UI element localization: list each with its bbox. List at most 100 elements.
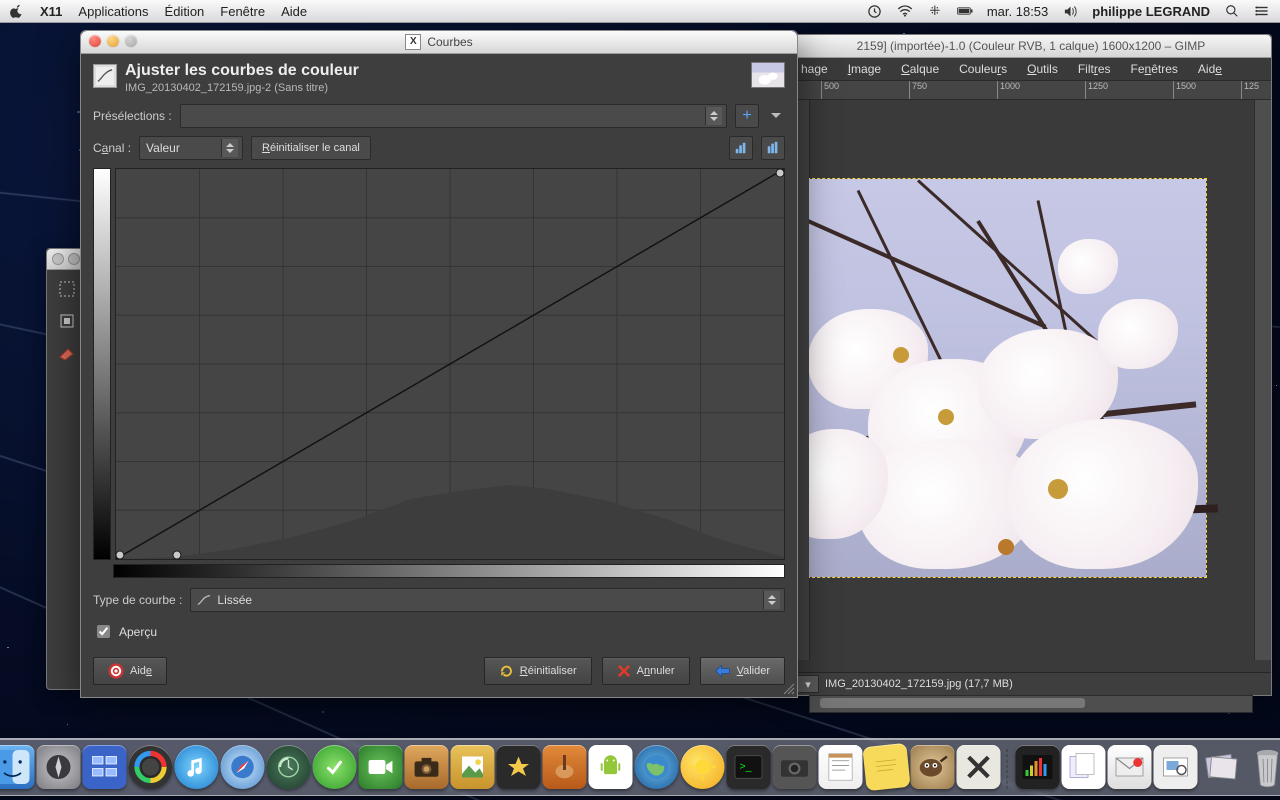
dock-app-mission[interactable] [83, 745, 127, 789]
menubar-clock[interactable]: mar. 18:53 [987, 4, 1048, 19]
curves-titlebar[interactable]: X Courbes [81, 31, 797, 54]
dock-app-dashboard[interactable] [129, 745, 173, 789]
gimp-menu-aide[interactable]: Aide [1198, 62, 1222, 76]
curves-subtitle: IMG_20130402_172159.jpg-2 (Sans titre) [125, 82, 359, 94]
reset-button[interactable]: Réinitialiser [484, 657, 592, 685]
presets-combobox[interactable] [180, 104, 727, 128]
dock-app-itunes[interactable] [175, 745, 219, 789]
menubar-item-fenetre[interactable]: Fenêtre [220, 4, 265, 19]
tool-eraser-icon[interactable] [54, 340, 80, 366]
wifi-icon[interactable] [897, 3, 913, 19]
dock-app-trash[interactable] [1246, 745, 1280, 789]
vertical-scrollbar[interactable] [1254, 100, 1271, 660]
curves-preview-thumb [751, 62, 785, 88]
curve-type-label: Type de courbe : [93, 593, 182, 607]
menubar-item-aide[interactable]: Aide [281, 4, 307, 19]
menubar-item-edition[interactable]: Édition [165, 4, 205, 19]
menubar-user[interactable]: philippe LEGRAND [1092, 4, 1210, 19]
status-file-label: IMG_20130402_172159.jpg (17,7 MB) [825, 678, 1013, 690]
curves-dialog: XCourbes Ajuster les courbes de couleur … [80, 30, 798, 698]
volume-icon[interactable] [1062, 3, 1078, 19]
gimp-window-title: 2159] (importée)-1.0 (Couleur RVB, 1 cal… [857, 39, 1206, 53]
curves-window-title: Courbes [427, 35, 472, 49]
dock-app-terminal[interactable]: >_ [727, 745, 771, 789]
macos-dock: >_ [0, 738, 1280, 796]
gimp-menu-affichage[interactable]: hage [801, 62, 828, 76]
window-minimize-button[interactable] [107, 35, 119, 47]
dock-app-imovie[interactable] [497, 745, 541, 789]
dock-app-notes[interactable] [819, 745, 863, 789]
dock-app-finder[interactable] [0, 745, 35, 789]
apple-menu[interactable] [10, 4, 24, 18]
resize-grip[interactable] [781, 681, 795, 695]
battery-icon[interactable] [957, 3, 973, 19]
menubar-item-applications[interactable]: Applications [78, 4, 148, 19]
channel-label: Canal : [93, 141, 131, 155]
reset-icon [499, 664, 514, 679]
timemachine-menu-icon[interactable] [867, 3, 883, 19]
reset-channel-button[interactable]: Réinitialiser le canal [251, 136, 371, 160]
dock-separator [1007, 749, 1010, 789]
validate-button[interactable]: Valider [700, 657, 785, 685]
canvas-viewport[interactable] [809, 100, 1253, 660]
window-close-button[interactable] [89, 35, 101, 47]
dock-app-facetime[interactable] [359, 745, 403, 789]
channel-combobox[interactable]: Valeur [139, 136, 243, 160]
spotlight-icon[interactable] [1224, 3, 1240, 19]
curve-smooth-icon [197, 594, 211, 606]
dock-app-weather[interactable] [681, 745, 725, 789]
horizontal-scrollbar[interactable] [809, 695, 1253, 713]
dock-app-android[interactable] [589, 745, 633, 789]
dock-app-x11[interactable] [957, 745, 1001, 789]
curves-graph[interactable] [115, 168, 785, 560]
dock-app-timemachine[interactable] [267, 745, 311, 789]
preset-menu-button[interactable] [767, 105, 785, 127]
gimp-menu-calque[interactable]: Calque [901, 62, 939, 76]
dock-app-globe[interactable] [635, 745, 679, 789]
dock-app-docs[interactable] [1062, 745, 1106, 789]
preset-add-button[interactable]: + [735, 104, 759, 128]
dock-app-photobooth[interactable] [405, 745, 449, 789]
gimp-menu-image[interactable]: Image [848, 62, 881, 76]
histogram-log-icon[interactable] [761, 136, 785, 160]
x11-icon: X [405, 34, 421, 50]
dock-app-images-stack[interactable] [1200, 745, 1244, 789]
dock-app-garageband[interactable] [543, 745, 587, 789]
dock-app-gimp[interactable] [911, 745, 955, 789]
status-menu-icon[interactable]: ▾ [797, 675, 819, 693]
presets-label: Présélections : [93, 109, 172, 123]
gimp-menu-fenetres[interactable]: Fenêtres [1131, 62, 1178, 76]
gimp-statusbar: ▾ IMG_20130402_172159.jpg (17,7 MB) [791, 672, 1271, 695]
menubar-app-name[interactable]: X11 [40, 4, 62, 19]
window-zoom-button[interactable] [125, 35, 137, 47]
tool-rect-select-icon[interactable] [54, 276, 80, 302]
image-canvas[interactable] [809, 178, 1207, 578]
gimp-menubar: hage Image Calque Couleurs Outils Filtre… [791, 58, 1271, 81]
input-gradient [113, 564, 785, 578]
dock-app-launchpad[interactable] [37, 745, 81, 789]
horizontal-ruler: 500 750 1000 1250 1500 125 [791, 81, 1271, 100]
cancel-button[interactable]: Annuler [602, 657, 690, 685]
dock-app-updates[interactable] [313, 745, 357, 789]
dock-app-stickies[interactable] [862, 743, 910, 791]
gimp-menu-filtres[interactable]: Filtres [1078, 62, 1111, 76]
cancel-icon [617, 664, 631, 678]
dock-app-mail[interactable] [1108, 745, 1152, 789]
preview-label: Aperçu [119, 625, 157, 639]
dock-app-safari[interactable] [221, 745, 265, 789]
dock-app-preview[interactable] [1154, 745, 1198, 789]
dock-app-camera[interactable] [773, 745, 817, 789]
dock-app-iphoto[interactable] [451, 745, 495, 789]
help-icon [108, 663, 124, 679]
histogram-linear-icon[interactable] [729, 136, 753, 160]
preview-checkbox[interactable] [97, 625, 110, 638]
bluetooth-icon[interactable]: ⁜ [927, 3, 943, 19]
dock-app-activity[interactable] [1016, 745, 1060, 789]
help-button[interactable]: Aide [93, 657, 167, 685]
gimp-window-titlebar[interactable]: 2159] (importée)-1.0 (Couleur RVB, 1 cal… [791, 35, 1271, 58]
curve-type-combobox[interactable]: Lissée [190, 588, 785, 612]
notification-center-icon[interactable] [1254, 3, 1270, 19]
gimp-menu-couleurs[interactable]: Couleurs [959, 62, 1007, 76]
tool-crop-icon[interactable] [54, 308, 80, 334]
gimp-menu-outils[interactable]: Outils [1027, 62, 1058, 76]
